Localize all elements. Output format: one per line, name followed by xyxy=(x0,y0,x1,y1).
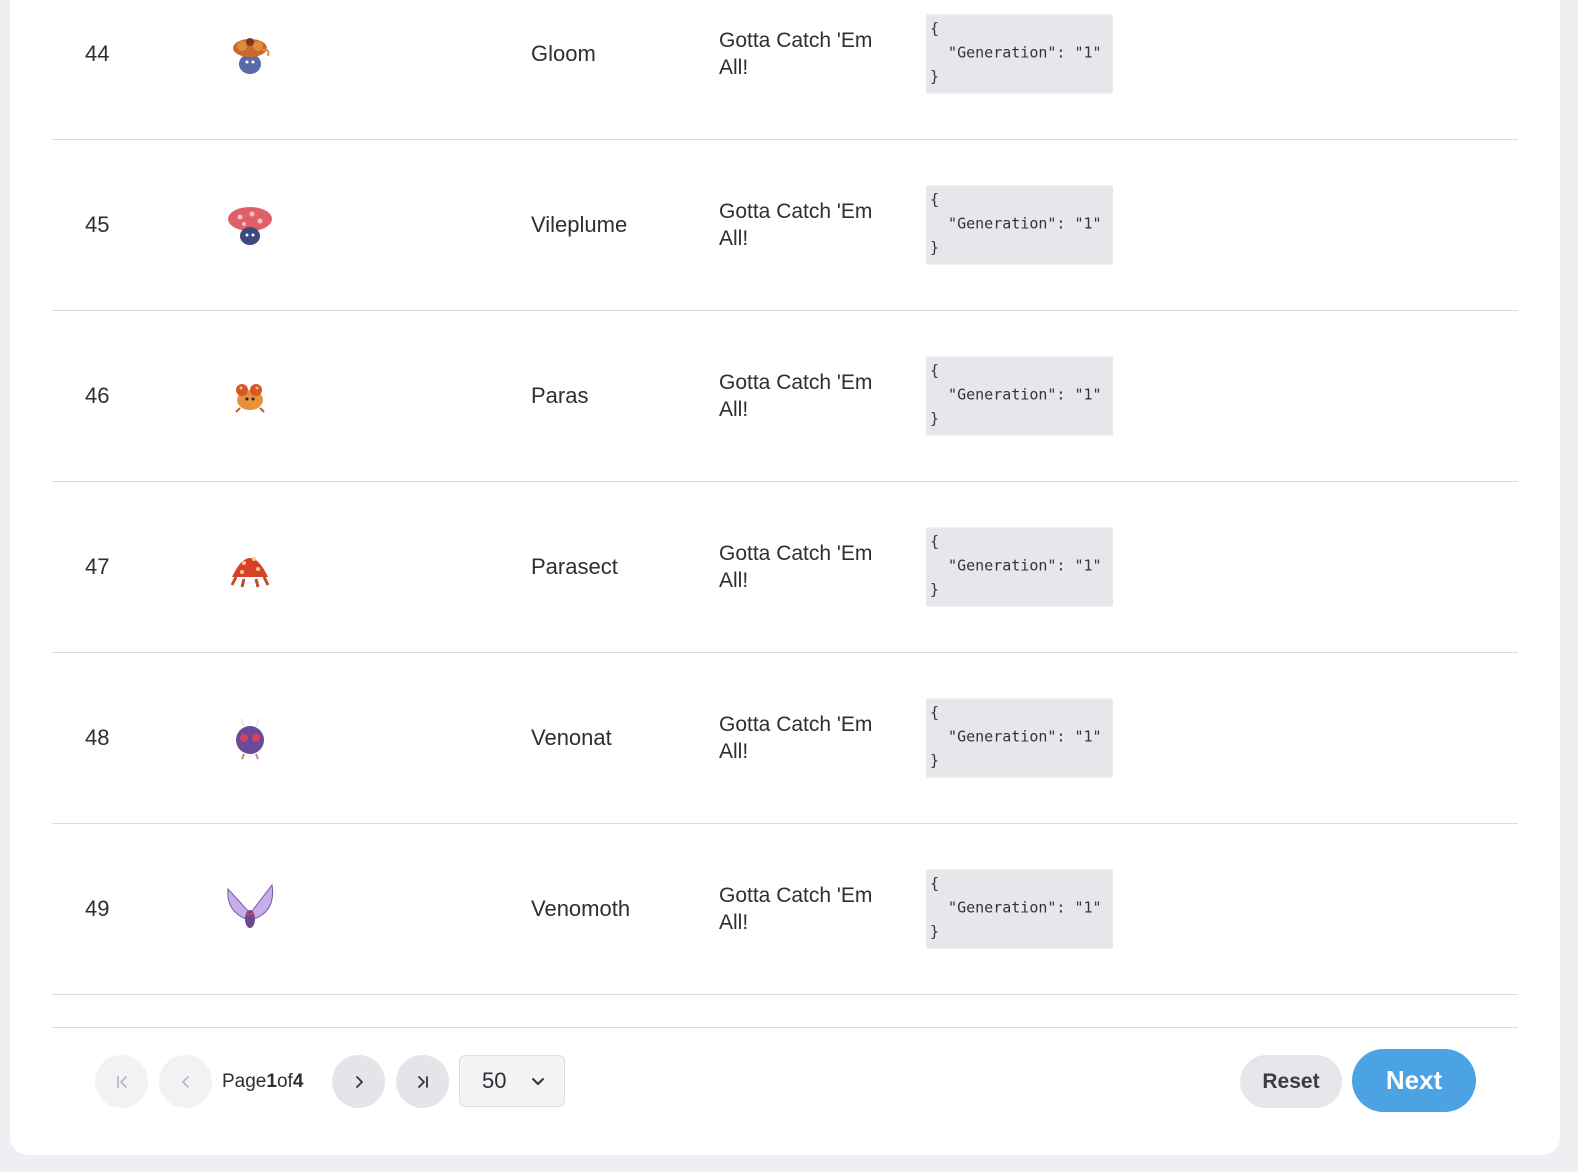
row-id: 47 xyxy=(85,553,110,579)
row-id: 48 xyxy=(85,724,110,750)
table-row: 47 Parasect Gotta Catch 'Em All! { "Gene… xyxy=(52,481,1518,653)
row-description: Gotta Catch 'Em All! xyxy=(719,712,873,763)
reset-button[interactable]: Reset xyxy=(1240,1055,1342,1108)
row-json: { "Generation": "1" } xyxy=(926,869,1113,948)
row-id: 44 xyxy=(85,40,110,66)
row-json: { "Generation": "1" } xyxy=(926,527,1113,606)
page-indicator: Page 1 of 4 xyxy=(222,1055,303,1108)
page-word: Page xyxy=(222,1070,267,1092)
venonat-sprite-icon xyxy=(236,718,264,759)
vileplume-sprite-icon xyxy=(228,206,272,245)
row-id: 45 xyxy=(85,211,110,237)
parasect-sprite-icon xyxy=(230,556,270,587)
row-description: Gotta Catch 'Em All! xyxy=(719,199,873,250)
paras-sprite-icon xyxy=(235,383,265,413)
page-size-select[interactable]: 50 xyxy=(459,1055,565,1107)
row-name: Venomoth xyxy=(531,895,631,921)
table-row: 44 Gloom Gotta Catch 'Em All! { "Generat… xyxy=(52,0,1518,140)
next-page-icon xyxy=(355,1075,363,1088)
prev-page-button[interactable] xyxy=(159,1055,212,1108)
first-page-button[interactable] xyxy=(95,1055,148,1108)
row-name: Venonat xyxy=(531,724,612,750)
last-page-button[interactable] xyxy=(396,1055,449,1108)
row-json: { "Generation": "1" } xyxy=(926,14,1113,93)
first-page-icon xyxy=(116,1075,127,1088)
next-button[interactable]: Next xyxy=(1352,1049,1476,1112)
table-row: 45 Vileplume Gotta Catch 'Em All! { "Gen… xyxy=(52,139,1518,311)
row-description: Gotta Catch 'Em All! xyxy=(719,28,873,79)
table-row: 48 Venonat Gotta Catch 'Em All! { "Gener… xyxy=(52,652,1518,824)
row-json: { "Generation": "1" } xyxy=(926,698,1113,777)
chevron-down-icon xyxy=(532,1078,544,1085)
current-page: 1 xyxy=(266,1070,277,1092)
row-description: Gotta Catch 'Em All! xyxy=(719,883,873,934)
table-footer-divider xyxy=(52,1027,1518,1028)
venomoth-sprite-icon xyxy=(227,883,274,928)
table-row: 49 Venomoth Gotta Catch 'Em All! { "Gene… xyxy=(52,823,1518,995)
row-name: Paras xyxy=(531,382,589,408)
row-json: { "Generation": "1" } xyxy=(926,185,1113,264)
row-name: Gloom xyxy=(531,40,596,66)
of-word: of xyxy=(276,1070,293,1092)
row-name: Vileplume xyxy=(531,211,628,237)
gloom-sprite-icon xyxy=(233,37,270,74)
prev-page-icon xyxy=(181,1075,189,1088)
last-page-icon xyxy=(417,1075,428,1088)
total-pages: 4 xyxy=(292,1070,304,1092)
row-json: { "Generation": "1" } xyxy=(926,356,1113,435)
table-row: 46 Paras Gotta Catch 'Em All! { "Generat… xyxy=(52,310,1518,482)
row-id: 46 xyxy=(85,382,110,408)
next-page-button[interactable] xyxy=(332,1055,385,1108)
row-description: Gotta Catch 'Em All! xyxy=(719,541,873,592)
row-id: 49 xyxy=(85,895,110,921)
page-size-value: 50 xyxy=(482,1068,507,1093)
row-description: Gotta Catch 'Em All! xyxy=(719,370,873,421)
row-name: Parasect xyxy=(531,553,618,579)
